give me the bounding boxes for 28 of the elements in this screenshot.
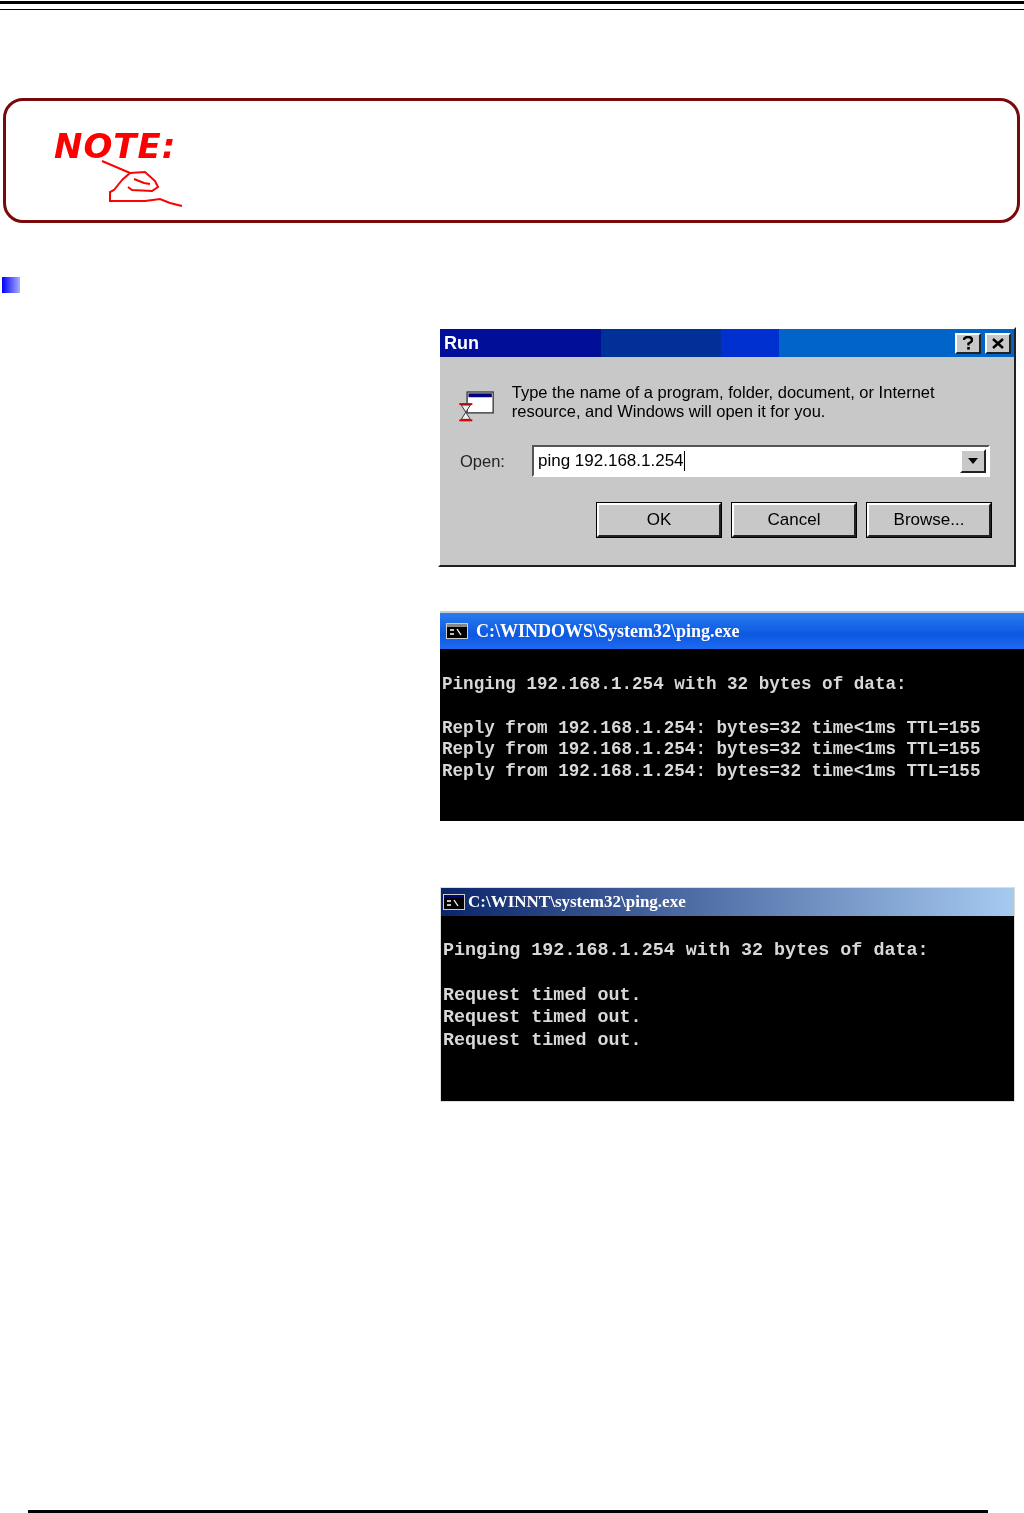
console-line: Request timed out. xyxy=(443,984,643,1008)
console-line: Reply from 192.168.1.254: bytes=32 time<1ms TTL=155 xyxy=(442,717,982,740)
console-line: Request timed out. xyxy=(443,1029,643,1053)
writing-hand-icon xyxy=(100,159,184,207)
caret-icon xyxy=(968,458,978,464)
close-icon xyxy=(992,337,1004,349)
dropdown-button[interactable] xyxy=(960,449,986,473)
window-title: Run xyxy=(444,331,479,355)
console-line: Pinging 192.168.1.254 with 32 bytes of data: xyxy=(443,940,930,963)
dialog-button[interactable]: Cancel xyxy=(732,503,856,537)
help-icon xyxy=(963,336,973,350)
close-button[interactable] xyxy=(985,332,1011,354)
console-line: Request timed out. xyxy=(443,1007,643,1030)
console-icon xyxy=(443,894,465,910)
bullet-square xyxy=(2,277,20,293)
window-title: C:\WINNT\system32\ping.exe xyxy=(468,891,686,914)
dialog-button[interactable]: Browse... xyxy=(867,503,991,537)
console-line: Reply from 192.168.1.254: bytes=32 time<1ms TTL=155 xyxy=(442,739,982,762)
dialog-button[interactable]: OK xyxy=(597,503,721,537)
open-input-field[interactable]: ping 192.168.1.254 xyxy=(532,445,990,477)
console-line: Pinging 192.168.1.254 with 32 bytes of data: xyxy=(442,674,908,696)
instruction-text: Type the name of a program, folder, document, or Internet resource, and Windows will open it for you. xyxy=(511,383,936,422)
console-line: Reply from 192.168.1.254: bytes=32 time<1ms TTL=155 xyxy=(442,761,982,783)
console-icon xyxy=(446,623,468,639)
window-title: C:\WINDOWS\System32\ping.exe xyxy=(476,619,740,643)
help-button[interactable] xyxy=(955,332,981,354)
note-label: NOTE: xyxy=(54,129,177,163)
open-label: Open: xyxy=(460,450,506,472)
